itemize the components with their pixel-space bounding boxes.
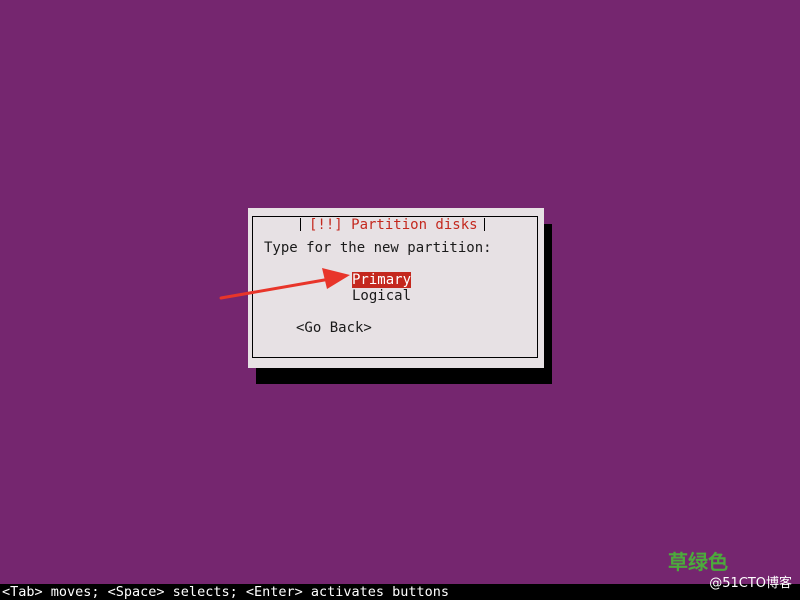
dialog-title: [!!] Partition disks xyxy=(305,217,482,233)
watermark-logo-text: 草绿色 xyxy=(668,550,728,574)
option-logical[interactable]: Logical xyxy=(352,288,411,304)
title-left-tick xyxy=(300,218,301,231)
status-bar: <Tab> moves; <Space> selects; <Enter> ac… xyxy=(0,584,800,600)
installer-screen: [!!] Partition disks Type for the new pa… xyxy=(0,0,800,600)
title-right-tick xyxy=(484,218,485,231)
status-help-text: <Tab> moves; <Space> selects; <Enter> ac… xyxy=(2,584,450,600)
option-primary[interactable]: Primary xyxy=(352,272,412,288)
go-back-button[interactable]: <Go Back> xyxy=(296,320,372,336)
partition-type-prompt: Type for the new partition: xyxy=(264,240,492,256)
